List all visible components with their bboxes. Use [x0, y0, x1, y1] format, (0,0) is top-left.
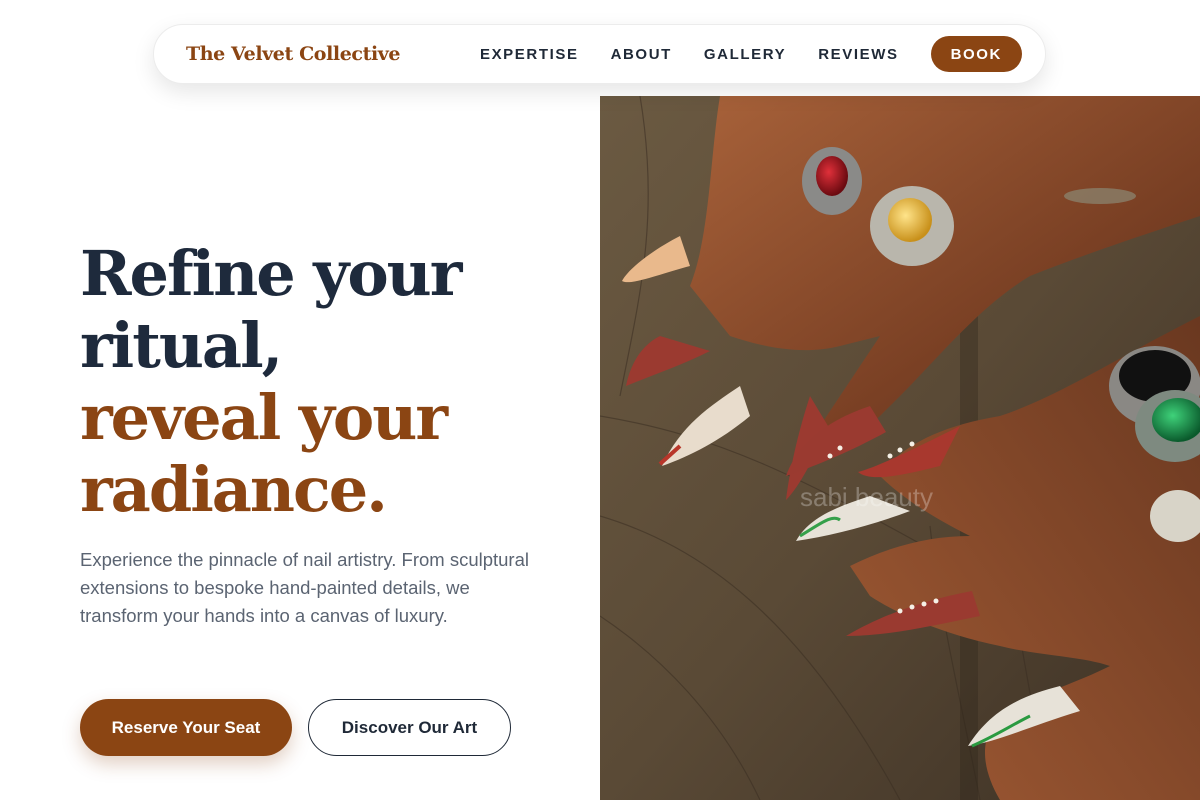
nav-link-expertise[interactable]: EXPERTISE — [480, 46, 579, 63]
hands-photo: sabi beauty — [600, 96, 1200, 800]
hero-title-line-2: ritual, — [80, 309, 283, 382]
nav-link-about[interactable]: ABOUT — [611, 46, 672, 63]
nav-link-reviews[interactable]: REVIEWS — [818, 46, 898, 63]
top-navbar: The Velvet Collective EXPERTISE ABOUT GA… — [153, 24, 1046, 84]
nav-links: EXPERTISE ABOUT GALLERY REVIEWS BOOK — [480, 36, 1022, 72]
hero-image: sabi beauty — [600, 96, 1200, 800]
reserve-seat-button[interactable]: Reserve Your Seat — [80, 699, 292, 756]
book-button[interactable]: BOOK — [930, 36, 1022, 72]
hero-title-line-3: reveal your — [80, 381, 448, 454]
hero-title-line-4: radiance. — [80, 453, 388, 526]
brand-logo[interactable]: The Velvet Collective — [186, 43, 400, 65]
hero-title-line-1: Refine your — [80, 237, 462, 310]
discover-art-button[interactable]: Discover Our Art — [308, 699, 511, 756]
watermark-text: sabi beauty — [800, 482, 933, 512]
nav-link-gallery[interactable]: GALLERY — [704, 46, 786, 63]
hero-description: Experience the pinnacle of nail artistry… — [80, 549, 529, 626]
hero-title: Refine your ritual, reveal your radiance… — [80, 237, 462, 526]
